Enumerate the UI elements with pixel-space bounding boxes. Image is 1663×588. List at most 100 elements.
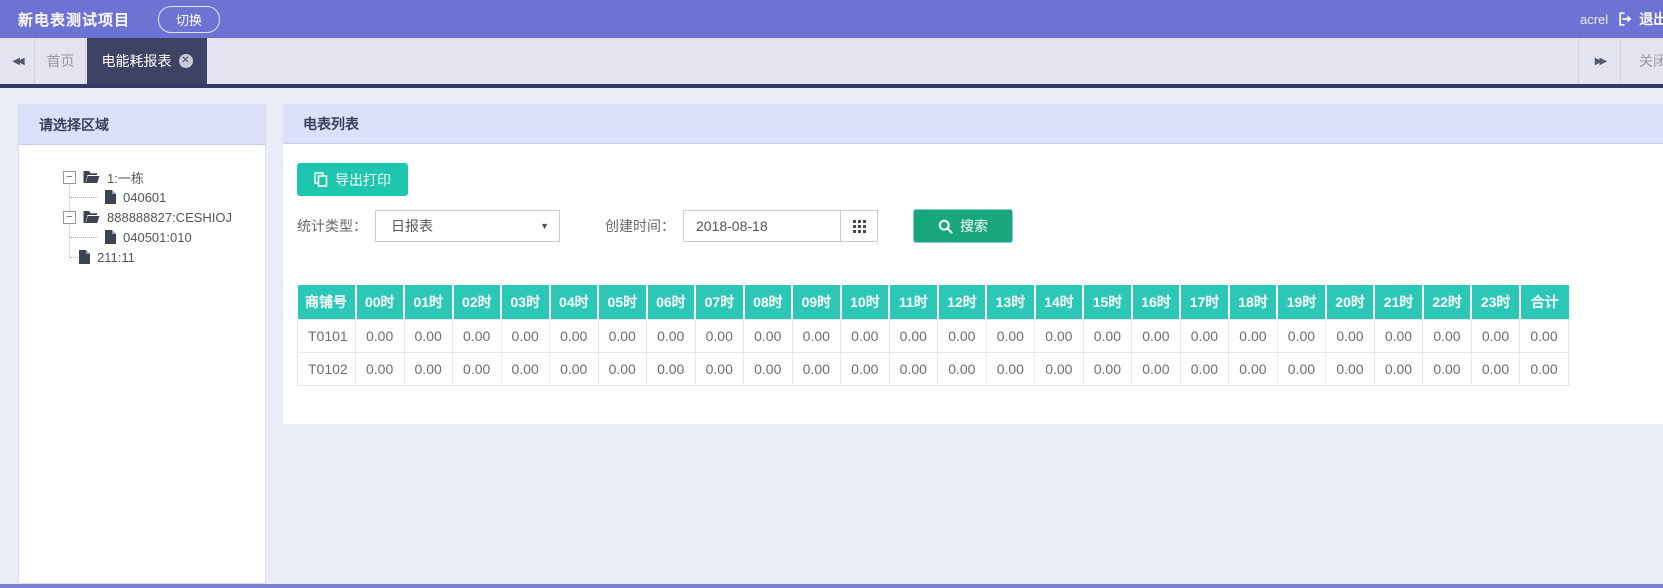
column-header: 03时 — [501, 285, 550, 319]
date-input[interactable] — [683, 210, 840, 242]
value-cell: 0.00 — [986, 319, 1035, 352]
bottom-strip — [0, 584, 1663, 588]
tree-collapse-icon[interactable]: − — [63, 211, 76, 224]
area-panel-title: 请选择区域 — [19, 105, 265, 145]
column-header: 17时 — [1180, 285, 1229, 319]
column-header: 23时 — [1471, 285, 1520, 319]
value-cell: 0.00 — [1132, 352, 1181, 385]
column-header: 05时 — [598, 285, 647, 319]
calendar-picker-button[interactable] — [840, 210, 878, 242]
column-header: 商铺号 — [298, 285, 356, 319]
column-header: 14时 — [1035, 285, 1084, 319]
value-cell: 0.00 — [889, 352, 938, 385]
value-cell: 0.00 — [1083, 352, 1132, 385]
value-cell: 0.00 — [792, 319, 841, 352]
tree-node-040601[interactable]: 040601 — [19, 187, 265, 207]
tree-node-label: 211:11 — [97, 250, 135, 265]
logout-label: 退出 — [1639, 9, 1663, 29]
shop-id-cell: T0102 — [298, 352, 356, 385]
value-cell: 0.00 — [1277, 319, 1326, 352]
table-row: T01010.000.000.000.000.000.000.000.000.0… — [298, 319, 1569, 352]
header-user-area: acrel 退出 — [1580, 0, 1663, 38]
tree-node-888888827-ceshioj[interactable]: −888888827:CESHIOJ — [19, 207, 265, 227]
file-icon — [79, 250, 90, 264]
folder-icon — [83, 170, 100, 184]
value-cell: 0.00 — [598, 352, 647, 385]
value-cell: 0.00 — [647, 319, 696, 352]
value-cell: 0.00 — [938, 319, 987, 352]
shop-id-cell: T0101 — [298, 319, 356, 352]
value-cell: 0.00 — [550, 319, 599, 352]
date-input-group — [683, 210, 878, 242]
value-cell: 0.00 — [1277, 352, 1326, 385]
value-cell: 0.00 — [1035, 319, 1084, 352]
value-cell: 0.00 — [986, 352, 1035, 385]
value-cell: 0.00 — [404, 319, 453, 352]
table-row: T01020.000.000.000.000.000.000.000.000.0… — [298, 352, 1569, 385]
value-cell: 0.00 — [1520, 319, 1569, 352]
report-type-value: 日报表 — [391, 216, 433, 236]
tab-home[interactable]: 首页 — [36, 38, 86, 84]
value-cell: 0.00 — [1374, 352, 1423, 385]
meter-list-panel: 电表列表 导出打印 统计类型： 日报表 ▼ 创建时间： — [283, 104, 1663, 424]
app-title: 新电表测试项目 — [18, 9, 130, 30]
meter-list-title: 电表列表 — [283, 104, 1663, 144]
value-cell: 0.00 — [1083, 319, 1132, 352]
create-time-label: 创建时间： — [605, 216, 675, 236]
column-header: 20时 — [1326, 285, 1375, 319]
value-cell: 0.00 — [1326, 352, 1375, 385]
stat-type-label: 统计类型： — [297, 216, 367, 236]
logout-icon — [1618, 12, 1633, 26]
meter-table-body: T01010.000.000.000.000.000.000.000.000.0… — [298, 319, 1569, 385]
area-panel: 请选择区域 −1:一栋040601−888888827:CESHIOJ04050… — [18, 104, 266, 584]
tab-bar-underline — [0, 84, 1663, 88]
chevrons-right-icon: ▶▶ — [1595, 56, 1604, 67]
column-header: 02时 — [453, 285, 502, 319]
tab-bar: ◀◀ 首页 电能耗报表 ✕ ▶▶ 关闭操作 — [0, 38, 1663, 84]
column-header: 11时 — [889, 285, 938, 319]
column-header: 00时 — [356, 285, 405, 319]
logout-button[interactable]: 退出 — [1618, 9, 1663, 29]
column-header: 07时 — [695, 285, 744, 319]
value-cell: 0.00 — [1229, 352, 1278, 385]
column-header: 21时 — [1374, 285, 1423, 319]
column-header: 06时 — [647, 285, 696, 319]
value-cell: 0.00 — [1471, 352, 1520, 385]
column-header: 13时 — [986, 285, 1035, 319]
column-header: 合计 — [1520, 285, 1569, 319]
value-cell: 0.00 — [841, 352, 890, 385]
tabs-scroll-left-button[interactable]: ◀◀ — [0, 38, 35, 84]
tree-node-040501-010[interactable]: 040501:010 — [19, 227, 265, 247]
value-cell: 0.00 — [453, 352, 502, 385]
tree-node-211-11[interactable]: 211:11 — [19, 247, 265, 267]
value-cell: 0.00 — [744, 352, 793, 385]
value-cell: 0.00 — [1326, 319, 1375, 352]
value-cell: 0.00 — [1132, 319, 1181, 352]
file-icon — [105, 230, 116, 244]
value-cell: 0.00 — [1423, 319, 1472, 352]
value-cell: 0.00 — [1180, 319, 1229, 352]
value-cell: 0.00 — [889, 319, 938, 352]
column-header: 01时 — [404, 285, 453, 319]
column-header: 10时 — [841, 285, 890, 319]
tabs-scroll-right-button[interactable]: ▶▶ — [1579, 38, 1620, 84]
meter-table-header-row: 商铺号00时01时02时03时04时05时06时07时08时09时10时11时1… — [298, 285, 1569, 319]
tab-energy-report[interactable]: 电能耗报表 ✕ — [87, 38, 207, 84]
column-header: 19时 — [1277, 285, 1326, 319]
search-button[interactable]: 搜索 — [913, 209, 1013, 243]
value-cell: 0.00 — [1229, 319, 1278, 352]
value-cell: 0.00 — [356, 352, 405, 385]
report-type-select[interactable]: 日报表 ▼ — [375, 210, 560, 242]
column-header: 15时 — [1083, 285, 1132, 319]
value-cell: 0.00 — [695, 319, 744, 352]
tree-node-1-[interactable]: −1:一栋 — [19, 167, 265, 187]
tree-collapse-icon[interactable]: − — [63, 171, 76, 184]
value-cell: 0.00 — [1520, 352, 1569, 385]
close-tab-icon[interactable]: ✕ — [179, 54, 193, 68]
close-operations-menu[interactable]: 关闭操作 — [1621, 51, 1663, 71]
switch-project-button[interactable]: 切换 — [158, 6, 220, 33]
export-print-button[interactable]: 导出打印 — [297, 163, 408, 196]
export-copy-icon — [314, 172, 328, 187]
username-label: acrel — [1580, 12, 1608, 27]
value-cell: 0.00 — [938, 352, 987, 385]
